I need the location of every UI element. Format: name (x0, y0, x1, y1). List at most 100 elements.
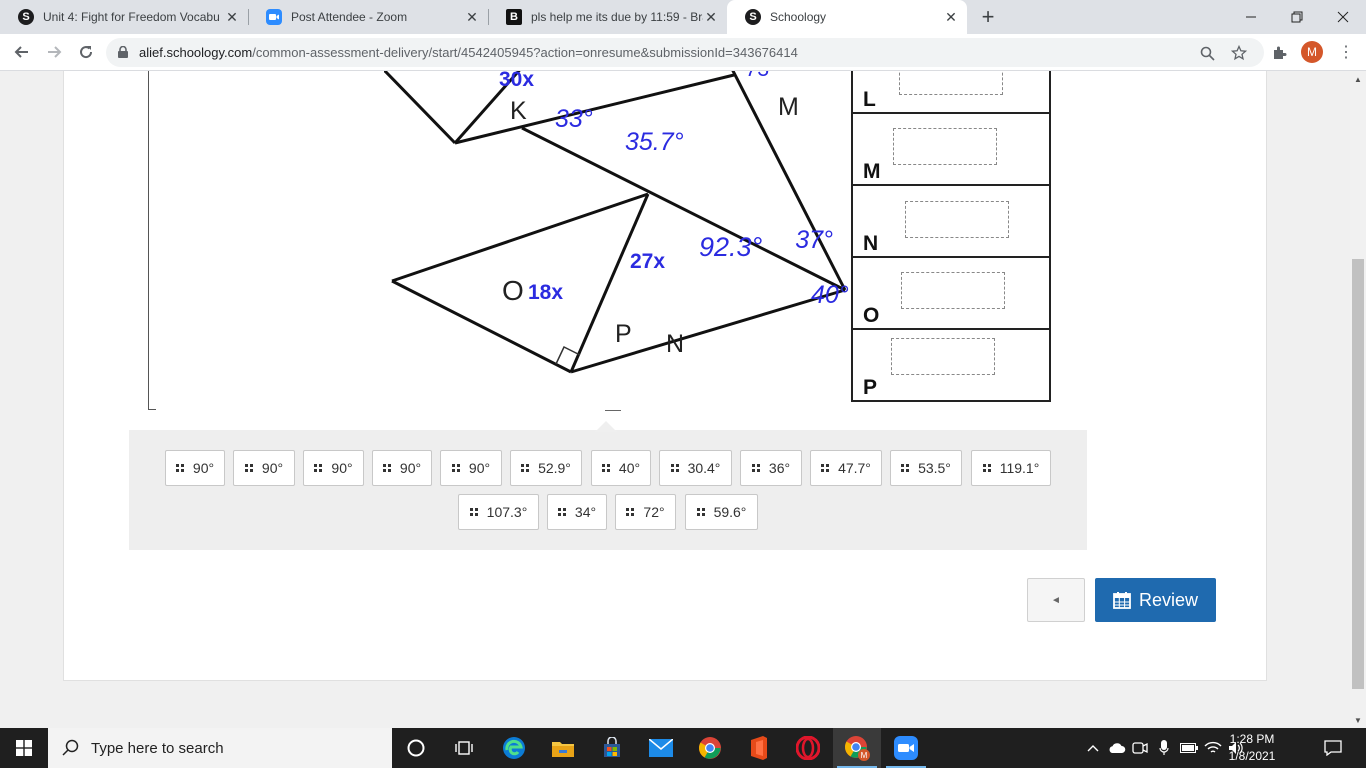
url-host: alief.schoology.com (139, 45, 253, 60)
drop-target-p[interactable] (891, 338, 995, 375)
minimize-button[interactable] (1228, 0, 1274, 34)
answer-chip[interactable]: 107.3° (458, 494, 539, 530)
previous-arrow-icon: ◄ (1051, 594, 1061, 606)
chrome-icon[interactable] (686, 728, 734, 768)
more-menu-icon[interactable]: ⋮ (1336, 41, 1356, 63)
close-icon[interactable]: ✕ (703, 9, 719, 25)
answer-chip[interactable]: 119.1° (971, 450, 1051, 486)
url-text: alief.schoology.com/common-assessment-de… (139, 45, 798, 60)
back-button[interactable] (9, 39, 35, 65)
zoom-app-icon[interactable] (882, 728, 930, 768)
chip-label: 107.3° (486, 504, 528, 520)
tab-schoology[interactable]: S Schoology ✕ (727, 0, 967, 34)
mail-icon[interactable] (637, 728, 685, 768)
taskbar-search[interactable]: Type here to search (48, 728, 392, 768)
start-button[interactable] (0, 728, 48, 768)
answer-chip[interactable]: 53.5° (890, 450, 962, 486)
answer-chip[interactable]: 59.6° (685, 494, 758, 530)
zoom-icon (266, 9, 282, 25)
scroll-thumb[interactable] (1352, 259, 1364, 689)
tab-brainly[interactable]: B pls help me its due by 11:59 - Bra ✕ (488, 0, 727, 34)
chip-label: 47.7° (838, 460, 871, 476)
browser-toolbar: alief.schoology.com/common-assessment-de… (0, 34, 1366, 71)
drag-handle-icon (751, 464, 760, 472)
bookmark-star-icon[interactable] (1229, 43, 1249, 63)
meet-now-icon[interactable] (1130, 728, 1150, 768)
reload-button[interactable] (73, 39, 99, 65)
vertex-m: M (778, 93, 799, 121)
show-hidden-icons[interactable] (1084, 728, 1102, 768)
search-icon (62, 739, 79, 756)
page-scrollbar[interactable]: ▲ ▼ (1350, 71, 1366, 728)
answer-chip[interactable]: 34° (547, 494, 607, 530)
restore-button[interactable] (1274, 0, 1320, 34)
svg-text:M: M (861, 751, 868, 760)
resize-handle[interactable] (605, 410, 621, 411)
drop-target-l[interactable] (899, 71, 1003, 95)
cortana-icon[interactable] (392, 728, 440, 768)
notification-icon[interactable] (1318, 736, 1348, 760)
answer-chip[interactable]: 36° (740, 450, 802, 486)
schoology-icon: S (18, 9, 34, 25)
drag-handle-icon (626, 508, 635, 516)
chip-label: 53.5° (918, 460, 951, 476)
review-button[interactable]: Review (1095, 578, 1216, 622)
address-bar[interactable]: alief.schoology.com/common-assessment-de… (106, 38, 1264, 67)
answer-chip[interactable]: 72° (615, 494, 676, 530)
answer-chip[interactable]: 90° (303, 450, 364, 486)
onedrive-icon[interactable] (1106, 728, 1128, 768)
answer-chip[interactable]: 90° (440, 450, 502, 486)
drop-target-m[interactable] (893, 128, 997, 165)
office-icon[interactable] (735, 728, 783, 768)
answer-chip[interactable]: 90° (233, 450, 295, 486)
answer-chip[interactable]: 30.4° (659, 450, 732, 486)
tab-zoom[interactable]: Post Attendee - Zoom ✕ (248, 0, 489, 34)
close-icon[interactable]: ✕ (464, 9, 480, 25)
file-explorer-icon[interactable] (539, 728, 587, 768)
scroll-up-arrow-icon[interactable]: ▲ (1350, 71, 1366, 87)
chrome-profile-icon[interactable]: M (833, 728, 881, 768)
microphone-icon[interactable] (1154, 728, 1174, 768)
new-tab-button[interactable]: + (976, 4, 1000, 29)
drag-handle-icon (382, 464, 391, 472)
answer-chip[interactable]: 40° (591, 450, 651, 486)
answer-chip[interactable]: 90° (372, 450, 432, 486)
edge-line (384, 71, 457, 145)
extensions-puzzle-icon[interactable] (1269, 43, 1289, 63)
system-clock[interactable]: 1:28 PM 1/8/2021 (1216, 731, 1288, 765)
drag-handle-icon (521, 464, 530, 472)
angle-92-3: 92.3° (699, 232, 763, 262)
forward-button[interactable] (41, 39, 67, 65)
close-window-button[interactable] (1320, 0, 1366, 34)
schoology-icon: S (745, 9, 761, 25)
drag-handle-icon (451, 464, 460, 472)
chip-label: 90° (192, 460, 215, 476)
store-icon[interactable] (588, 728, 636, 768)
clock-time: 1:28 PM (1229, 732, 1275, 746)
close-icon[interactable]: ✕ (224, 9, 240, 25)
lock-icon (118, 46, 128, 58)
answer-chip[interactable]: 90° (165, 450, 225, 486)
battery-icon[interactable] (1178, 728, 1200, 768)
scroll-down-arrow-icon[interactable]: ▼ (1350, 712, 1366, 728)
answer-chip[interactable]: 47.7° (810, 450, 882, 486)
drag-handle-icon (175, 464, 184, 472)
edge-line (454, 73, 735, 145)
drag-handle-icon (670, 464, 679, 472)
tab-unit4[interactable]: S Unit 4: Fight for Freedom Vocabu ✕ (0, 0, 249, 34)
drag-handle-icon (314, 464, 323, 472)
opera-icon[interactable] (784, 728, 832, 768)
brainly-icon: B (506, 9, 522, 25)
drop-target-n[interactable] (905, 201, 1009, 238)
edge-icon[interactable] (490, 728, 538, 768)
drop-target-o[interactable] (901, 272, 1005, 309)
task-view-icon[interactable] (440, 728, 488, 768)
zoom-search-icon[interactable] (1197, 43, 1217, 63)
drag-handle-icon (601, 464, 610, 472)
answer-chip[interactable]: 52.9° (510, 450, 582, 486)
profile-avatar[interactable]: M (1301, 41, 1323, 63)
vertex-n: N (666, 330, 684, 358)
close-icon[interactable]: ✕ (943, 9, 959, 25)
chip-label: 90° (331, 460, 353, 476)
previous-button[interactable]: ◄ (1027, 578, 1085, 622)
